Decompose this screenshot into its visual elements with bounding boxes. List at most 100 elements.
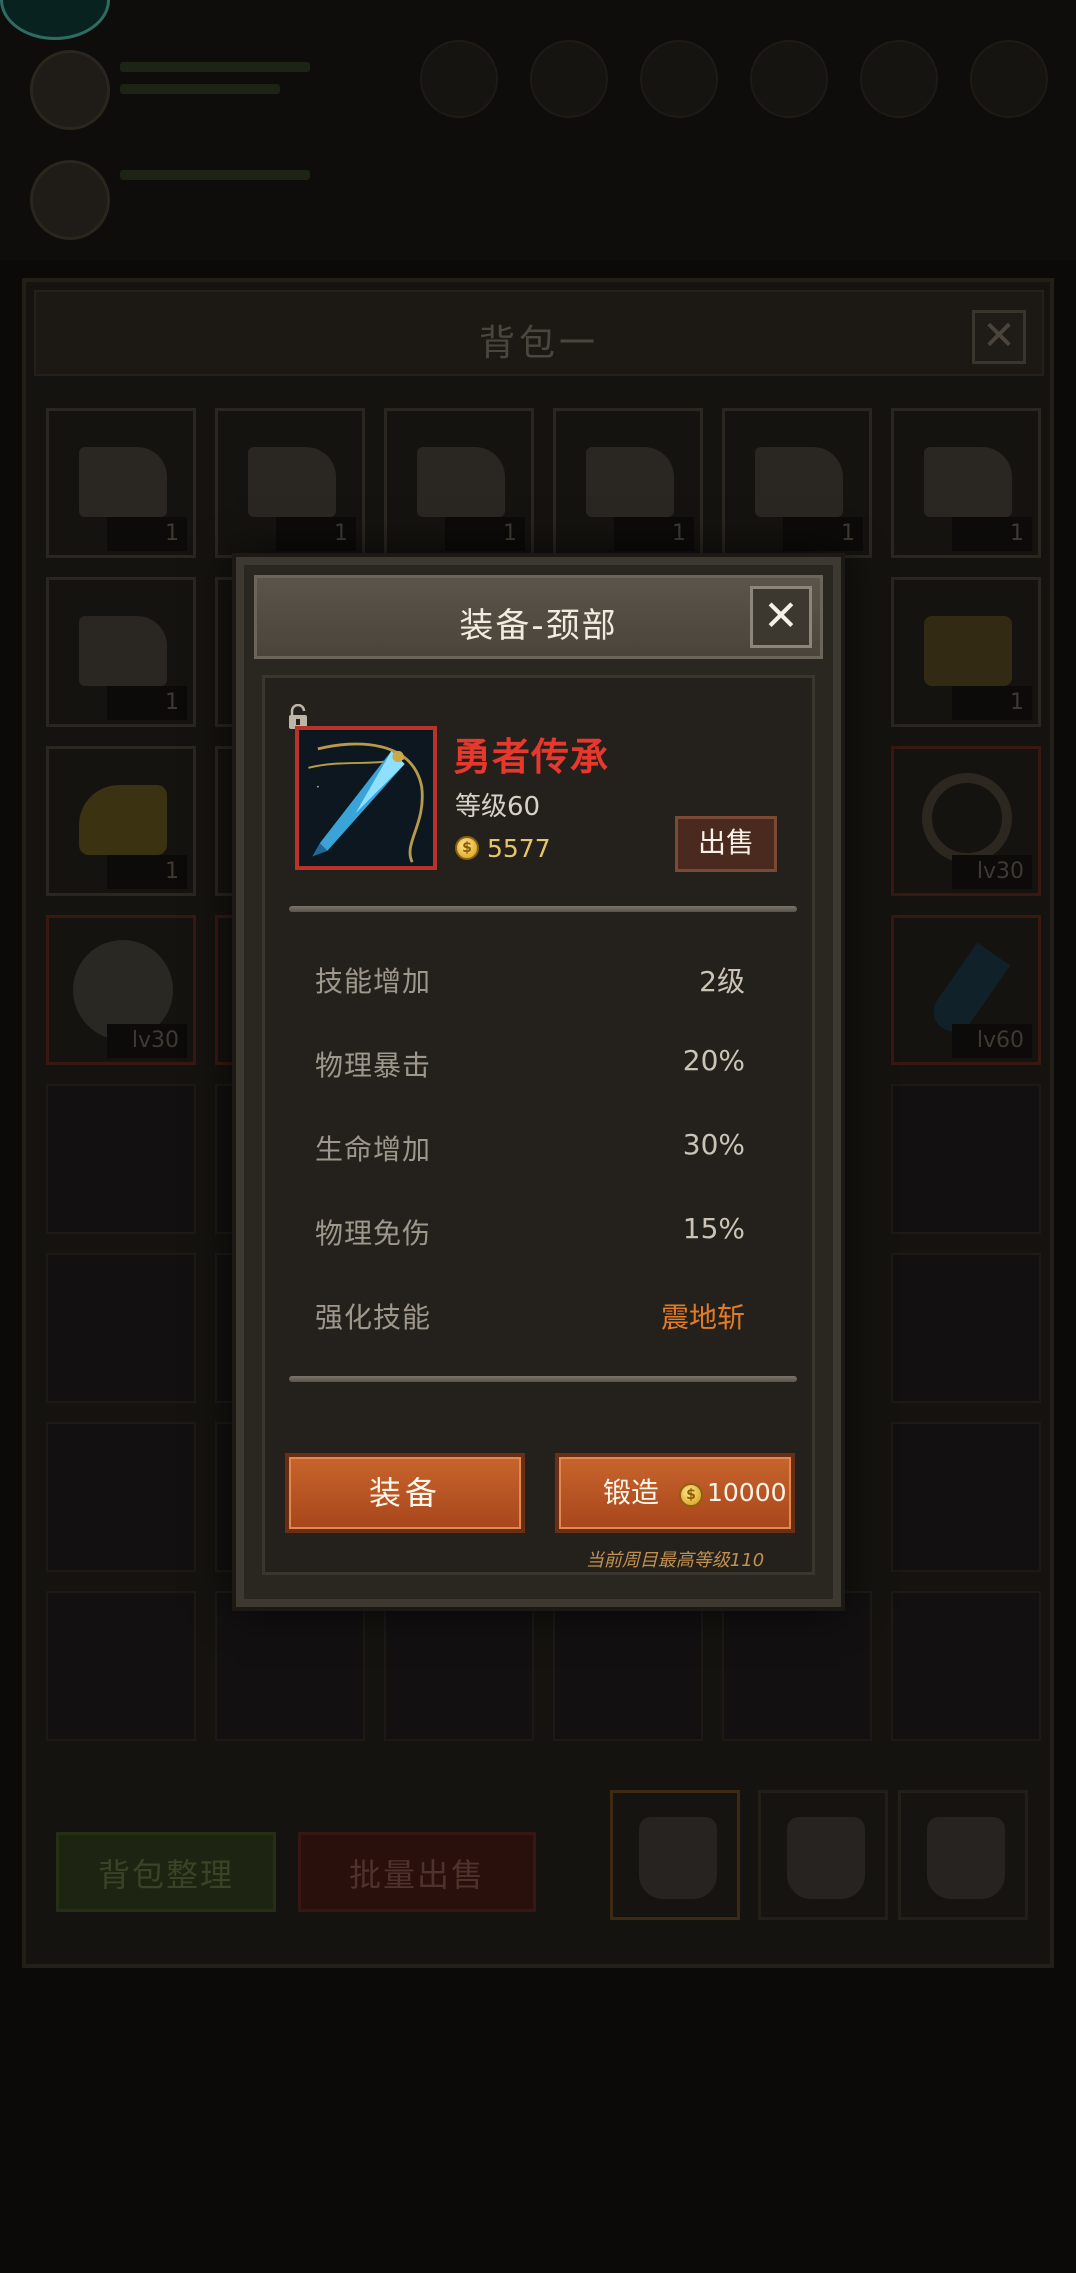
empty-slot[interactable] [722, 1591, 872, 1741]
cake-icon [586, 447, 674, 517]
slot-count: 1 [107, 855, 187, 889]
stat-label: 生命增加 [315, 1133, 432, 1166]
bag-slot[interactable]: 1 [384, 408, 534, 558]
pendant-icon [299, 730, 433, 866]
slot-count: 1 [952, 686, 1032, 720]
cheese-icon [79, 785, 167, 855]
stat-row: 生命增加 30% [315, 1128, 745, 1168]
empty-slot[interactable] [891, 1084, 1041, 1234]
empty-slot[interactable] [46, 1084, 196, 1234]
backpack-icon [639, 1817, 717, 1899]
empty-slot[interactable] [384, 1591, 534, 1741]
bag-slot[interactable]: 1 [891, 408, 1041, 558]
item-level: 等级60 [455, 792, 541, 822]
bag-slot[interactable]: 1 [553, 408, 703, 558]
equip-button[interactable]: 装备 [285, 1453, 525, 1533]
enhanced-skill-value: 震地斩 [660, 1301, 745, 1334]
backpack-icon [787, 1817, 865, 1899]
item-name: 勇者传承 [453, 735, 610, 779]
cake-icon [924, 447, 1012, 517]
skill-icon [970, 40, 1048, 118]
divider [289, 906, 797, 912]
empty-slot[interactable] [215, 1591, 365, 1741]
stat-row: 物理暴击 20% [315, 1044, 745, 1084]
empty-slot[interactable] [46, 1422, 196, 1572]
cake-icon [79, 616, 167, 686]
ring-icon [922, 773, 1012, 863]
divider [289, 1376, 797, 1382]
modal-header: 装备-颈部 ✕ [254, 575, 823, 659]
bag-tab-2[interactable] [758, 1790, 888, 1920]
stat-value: 15% [682, 1212, 745, 1245]
forge-label: 锻造 [603, 1476, 660, 1509]
beer-mug-icon [924, 616, 1012, 686]
empty-slot[interactable] [891, 1253, 1041, 1403]
bag-slot[interactable]: 1 [46, 577, 196, 727]
cake-icon [79, 447, 167, 517]
slot-count: lv60 [952, 1024, 1032, 1058]
empty-slot[interactable] [46, 1591, 196, 1741]
slot-count: 1 [276, 517, 356, 551]
max-level-note: 当前周目最高等级110 [585, 1550, 765, 1571]
skill-icon [420, 40, 498, 118]
empty-slot[interactable] [46, 1253, 196, 1403]
bag-slot[interactable]: 1 [722, 408, 872, 558]
slot-count: 1 [107, 517, 187, 551]
bag-slot[interactable]: 1 [891, 577, 1041, 727]
skill-icon [530, 40, 608, 118]
gamepad-icon [0, 0, 110, 40]
coin-icon: $ [679, 1483, 703, 1507]
modal-body: 勇者传承 等级60 $ 5577 出售 技能增加 2级 物理暴击 20% 生命增… [262, 675, 815, 1575]
bag-header: 背包一 ✕ [34, 290, 1044, 376]
forge-button[interactable]: 锻造 $ 10000 [555, 1453, 795, 1533]
slot-count: 1 [614, 517, 694, 551]
bag-slot[interactable]: 1 [46, 408, 196, 558]
forge-cost: 10000 [707, 1478, 787, 1507]
hp-bar [120, 62, 310, 72]
stat-row: 技能增加 2级 [315, 960, 745, 1000]
skill-icon [640, 40, 718, 118]
stat-label: 物理免伤 [315, 1217, 432, 1250]
pet-avatar [30, 160, 110, 240]
close-icon[interactable]: ✕ [750, 586, 812, 648]
cake-icon [755, 447, 843, 517]
cake-icon [417, 447, 505, 517]
bag-close-icon[interactable]: ✕ [972, 310, 1026, 364]
bag-slot[interactable]: lv60 [891, 915, 1041, 1065]
slot-count: lv30 [952, 855, 1032, 889]
slot-count: 1 [952, 517, 1032, 551]
bag-slot[interactable]: lv30 [891, 746, 1041, 896]
bag-slot[interactable]: 1 [46, 746, 196, 896]
skill-icon [860, 40, 938, 118]
sell-button[interactable]: 出售 [675, 816, 777, 872]
stat-value: 30% [682, 1128, 745, 1161]
sort-bag-button[interactable]: 背包整理 [56, 1832, 276, 1912]
modal-title: 装备-颈部 [459, 606, 618, 646]
bag-tab-1[interactable] [610, 1790, 740, 1920]
mp-bar [120, 84, 280, 94]
empty-slot[interactable] [891, 1591, 1041, 1741]
slot-count: lv30 [107, 1024, 187, 1058]
slot-count: 1 [107, 686, 187, 720]
bulk-sell-button[interactable]: 批量出售 [298, 1832, 536, 1912]
top-hud [0, 0, 1076, 260]
pet-hp-bar [120, 170, 310, 180]
bag-tab-3[interactable] [898, 1790, 1028, 1920]
bag-title: 背包一 [478, 323, 599, 364]
item-icon-frame [295, 726, 437, 870]
cake-icon [248, 447, 336, 517]
stat-label: 强化技能 [315, 1301, 432, 1334]
stat-label: 物理暴击 [315, 1049, 432, 1082]
coin-icon: $ [455, 836, 479, 860]
stat-value: 2级 [699, 965, 745, 998]
stat-label: 技能增加 [315, 965, 432, 998]
empty-slot[interactable] [553, 1591, 703, 1741]
empty-slot[interactable] [891, 1422, 1041, 1572]
player-avatar [30, 50, 110, 130]
slot-count: 1 [445, 517, 525, 551]
stat-row: 强化技能 震地斩 [315, 1296, 745, 1336]
skill-icon [750, 40, 828, 118]
bag-slot[interactable]: 1 [215, 408, 365, 558]
bag-slot[interactable]: lv30 [46, 915, 196, 1065]
equipment-modal: 装备-颈部 ✕ 勇者传承 等级60 $ 5577 出售 技能增加 2级 物理暴击… [236, 557, 841, 1607]
